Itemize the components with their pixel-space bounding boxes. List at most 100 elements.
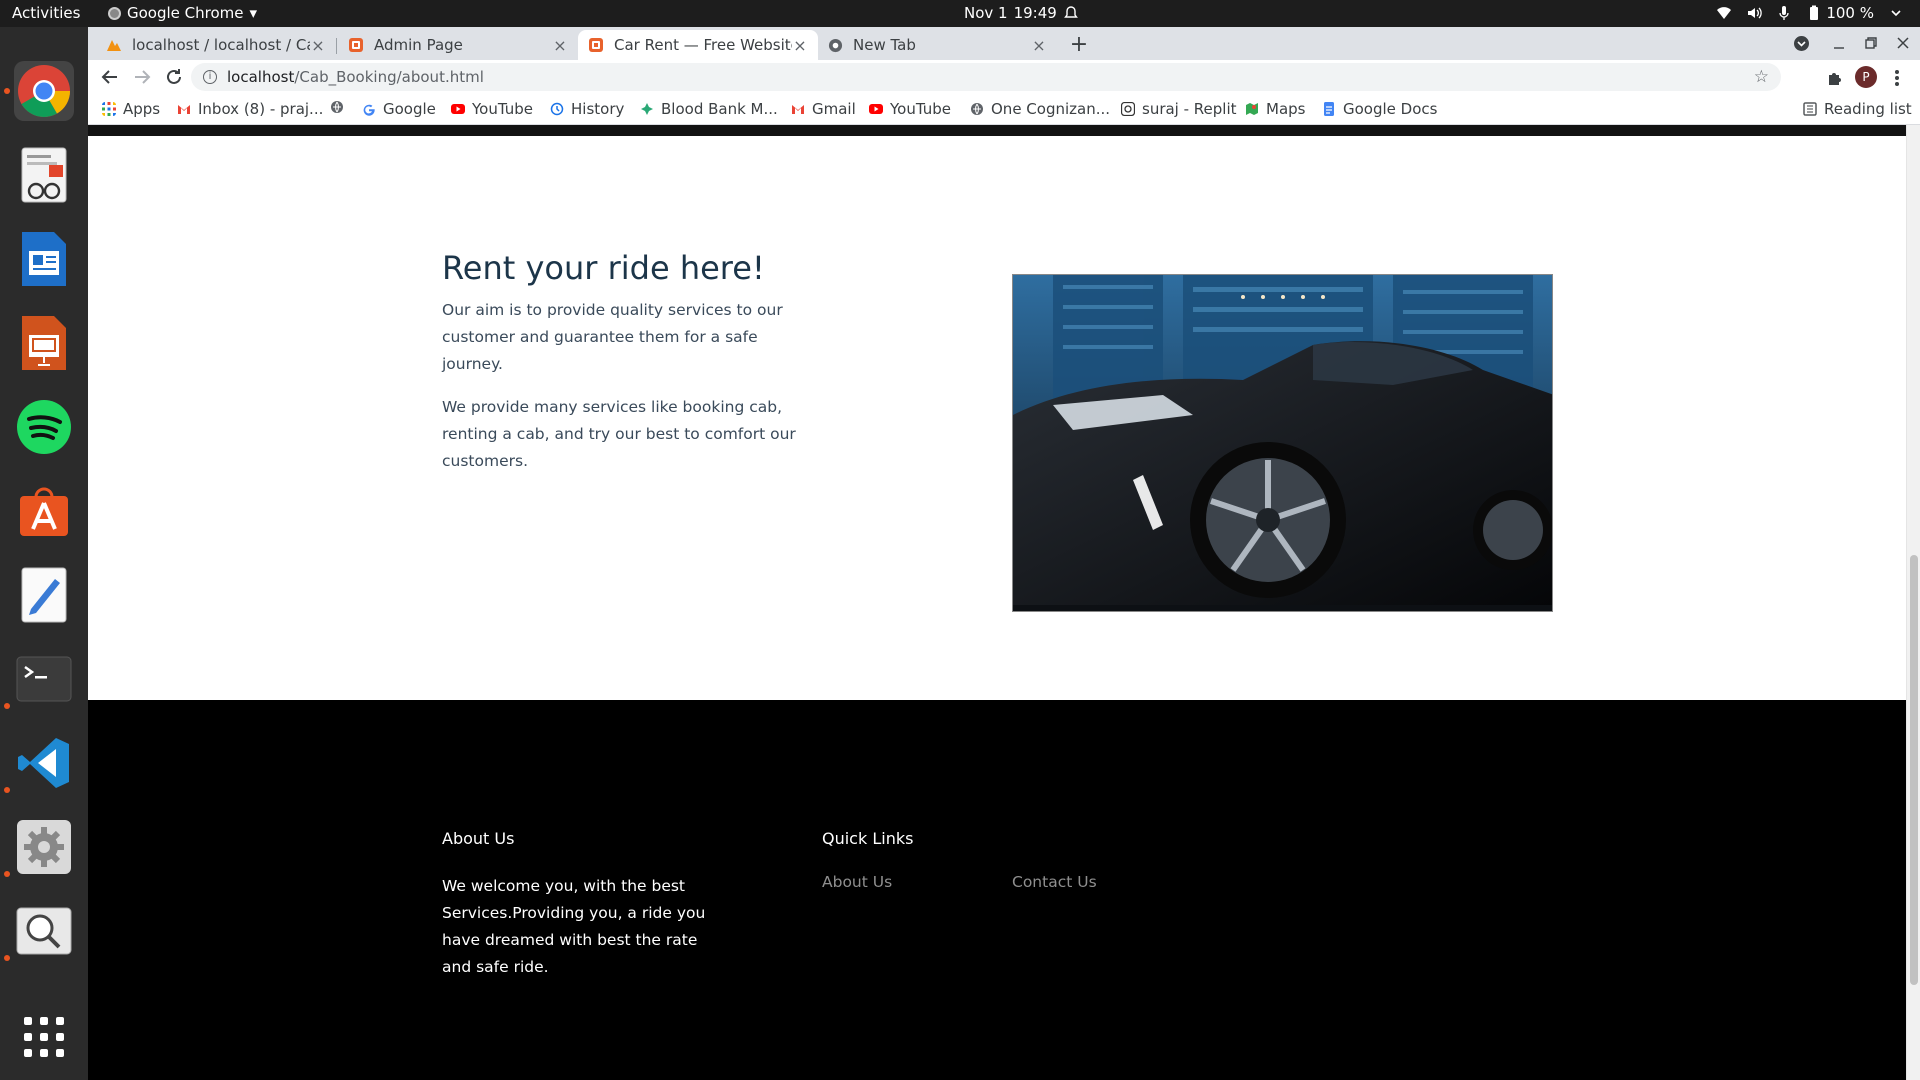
chrome-small-icon xyxy=(827,37,843,53)
bookmark-youtube[interactable]: YouTube xyxy=(451,100,533,118)
about-section: Rent your ride here! Our aim is to provi… xyxy=(88,136,1906,700)
image-viewer-app-icon[interactable] xyxy=(14,901,74,961)
impress-icon xyxy=(22,316,66,370)
system-tray[interactable]: 100 % xyxy=(1716,4,1904,22)
bookmark-blood-bank[interactable]: Blood Bank M... xyxy=(640,100,778,118)
close-icon[interactable]: × xyxy=(552,36,568,55)
url-host: localhost xyxy=(227,68,295,86)
tab-phpmyadmin[interactable]: localhost / localhost / Cab × xyxy=(96,30,336,60)
gear-icon xyxy=(17,820,71,874)
bookmark-inbox[interactable]: Inbox (8) - praj... xyxy=(177,100,323,118)
tab-car-rent[interactable]: Car Rent — Free Website × xyxy=(578,30,818,60)
tab-title: localhost / localhost / Cab xyxy=(132,36,310,54)
bookmark-label: Inbox (8) - praj... xyxy=(198,100,324,118)
volume-icon xyxy=(1748,7,1763,19)
tab-divider xyxy=(336,38,337,54)
history-icon xyxy=(550,102,564,116)
globe-icon xyxy=(331,101,343,113)
power-menu-icon xyxy=(1891,10,1901,17)
bookmark-history[interactable]: History xyxy=(550,100,624,118)
back-arrow-icon[interactable] xyxy=(98,65,122,89)
writer-icon xyxy=(22,232,66,286)
bookmark-label: Maps xyxy=(1266,100,1306,118)
footer-quick-links-title: Quick Links xyxy=(822,829,914,848)
footer-link-contact[interactable]: Contact Us xyxy=(1012,873,1097,891)
text-editor-app-icon[interactable] xyxy=(14,565,74,625)
libreoffice-writer-app-icon[interactable] xyxy=(14,229,74,289)
reading-list-button[interactable]: Reading list xyxy=(1803,100,1912,118)
tab-new-tab[interactable]: New Tab × xyxy=(817,30,1057,60)
document-viewer-app-icon[interactable] xyxy=(14,145,74,205)
restore-icon[interactable] xyxy=(1864,36,1878,50)
bookmark-globe[interactable] xyxy=(330,100,344,114)
bookmark-google[interactable]: Google xyxy=(362,100,436,118)
google-icon xyxy=(363,104,375,116)
clock[interactable]: Nov 1 19:49 xyxy=(964,4,1079,22)
activities-button[interactable]: Activities xyxy=(12,4,80,22)
chrome-app-icon[interactable] xyxy=(14,61,74,121)
gmail-icon xyxy=(792,105,804,114)
tab-title: Car Rent — Free Website xyxy=(614,36,792,54)
bookmark-apps[interactable]: Apps xyxy=(102,100,160,118)
tab-title: New Tab xyxy=(853,36,916,54)
software-center-app-icon[interactable] xyxy=(14,481,74,541)
close-icon[interactable]: × xyxy=(792,36,808,55)
chevron-down-icon: ▾ xyxy=(249,4,258,22)
vscode-app-icon[interactable] xyxy=(14,733,74,793)
page-scrollbar[interactable] xyxy=(1906,125,1920,1080)
reload-icon[interactable] xyxy=(162,65,186,89)
bookmark-maps[interactable]: Maps xyxy=(1245,100,1305,118)
app-menu[interactable]: Google Chrome ▾ xyxy=(108,4,257,22)
bookmark-label: One Cognizan... xyxy=(991,100,1111,118)
bookmark-star-icon[interactable]: ☆ xyxy=(1754,67,1769,87)
settings-app-icon[interactable] xyxy=(14,817,74,877)
new-tab-button[interactable]: + xyxy=(1067,32,1091,57)
close-window-icon[interactable] xyxy=(1896,36,1910,50)
bookmark-google-docs[interactable]: Google Docs xyxy=(1322,100,1437,118)
software-center-icon xyxy=(20,487,68,536)
bookmark-label: Gmail xyxy=(812,100,856,118)
close-icon[interactable]: × xyxy=(310,36,326,55)
minimize-icon[interactable] xyxy=(1832,38,1846,52)
car-illustration xyxy=(1013,275,1552,611)
hero-banner-bottom-edge xyxy=(88,125,1906,136)
page-viewport: Rent your ride here! Our aim is to provi… xyxy=(88,125,1906,1080)
tab-admin-page[interactable]: Admin Page × xyxy=(338,30,578,60)
more-menu-icon[interactable] xyxy=(1894,69,1900,87)
battery-percent: 100 % xyxy=(1826,4,1874,22)
terminal-icon xyxy=(16,656,72,702)
profile-avatar[interactable]: P xyxy=(1855,66,1877,88)
tab-search-icon[interactable] xyxy=(1793,35,1810,52)
alarm-icon xyxy=(1063,6,1078,18)
spotify-icon xyxy=(17,400,71,454)
system-top-bar: Activities Google Chrome ▾ Nov 1 19:49 1… xyxy=(0,0,1920,27)
show-applications-icon[interactable] xyxy=(14,1007,74,1067)
running-indicator xyxy=(4,88,10,94)
website-template-icon xyxy=(348,37,364,53)
close-icon[interactable]: × xyxy=(1031,36,1047,55)
bookmark-replit[interactable]: suraj - Replit xyxy=(1121,100,1237,118)
bookmark-gmail[interactable]: Gmail xyxy=(791,100,856,118)
extensions-puzzle-icon[interactable] xyxy=(1826,69,1843,86)
application-dock xyxy=(0,27,88,1080)
about-paragraph-1: Our aim is to provide quality services t… xyxy=(442,301,783,373)
bookmark-youtube-2[interactable]: YouTube xyxy=(869,100,951,118)
footer-link-about[interactable]: About Us xyxy=(822,873,892,891)
apps-grid-icon xyxy=(102,102,116,116)
forward-arrow-icon[interactable] xyxy=(130,65,154,89)
address-bar[interactable]: i localhost/Cab_Booking/about.html ☆ xyxy=(191,63,1781,91)
reading-list-label: Reading list xyxy=(1824,100,1912,118)
microphone-icon xyxy=(1779,6,1789,20)
bookmark-label: YouTube xyxy=(890,100,951,118)
browser-window: localhost / localhost / Cab × Admin Page… xyxy=(88,27,1920,1080)
magnifier-icon xyxy=(16,907,72,955)
tab-strip: localhost / localhost / Cab × Admin Page… xyxy=(88,27,1920,60)
libreoffice-impress-app-icon[interactable] xyxy=(14,313,74,373)
bookmark-label: Google xyxy=(383,100,436,118)
spotify-app-icon[interactable] xyxy=(14,397,74,457)
bookmark-cognizant[interactable]: One Cognizan... xyxy=(970,100,1110,118)
google-docs-icon xyxy=(1324,102,1334,116)
terminal-app-icon[interactable] xyxy=(14,649,74,709)
site-info-icon[interactable]: i xyxy=(203,70,217,84)
scrollbar-thumb[interactable] xyxy=(1910,555,1918,985)
